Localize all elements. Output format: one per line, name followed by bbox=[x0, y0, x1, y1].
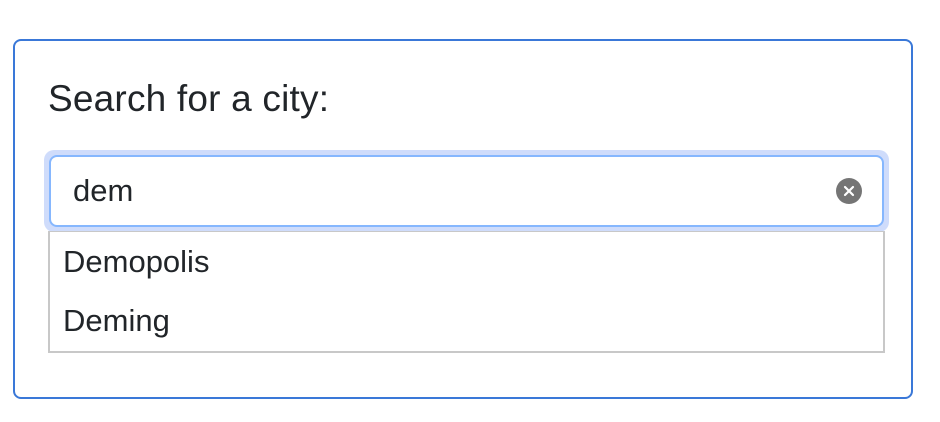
suggestion-list: Demopolis Deming bbox=[48, 231, 885, 353]
suggestion-item-deming[interactable]: Deming bbox=[50, 291, 883, 350]
search-focus-ring bbox=[44, 150, 889, 232]
search-label: Search for a city: bbox=[48, 78, 330, 119]
search-input[interactable] bbox=[51, 161, 793, 221]
suggestion-item-demopolis[interactable]: Demopolis bbox=[50, 232, 883, 291]
close-circle-icon bbox=[843, 185, 855, 197]
clear-search-button[interactable] bbox=[836, 178, 862, 204]
search-box[interactable] bbox=[49, 155, 884, 227]
search-card: Search for a city: Demopolis Deming bbox=[13, 39, 913, 399]
